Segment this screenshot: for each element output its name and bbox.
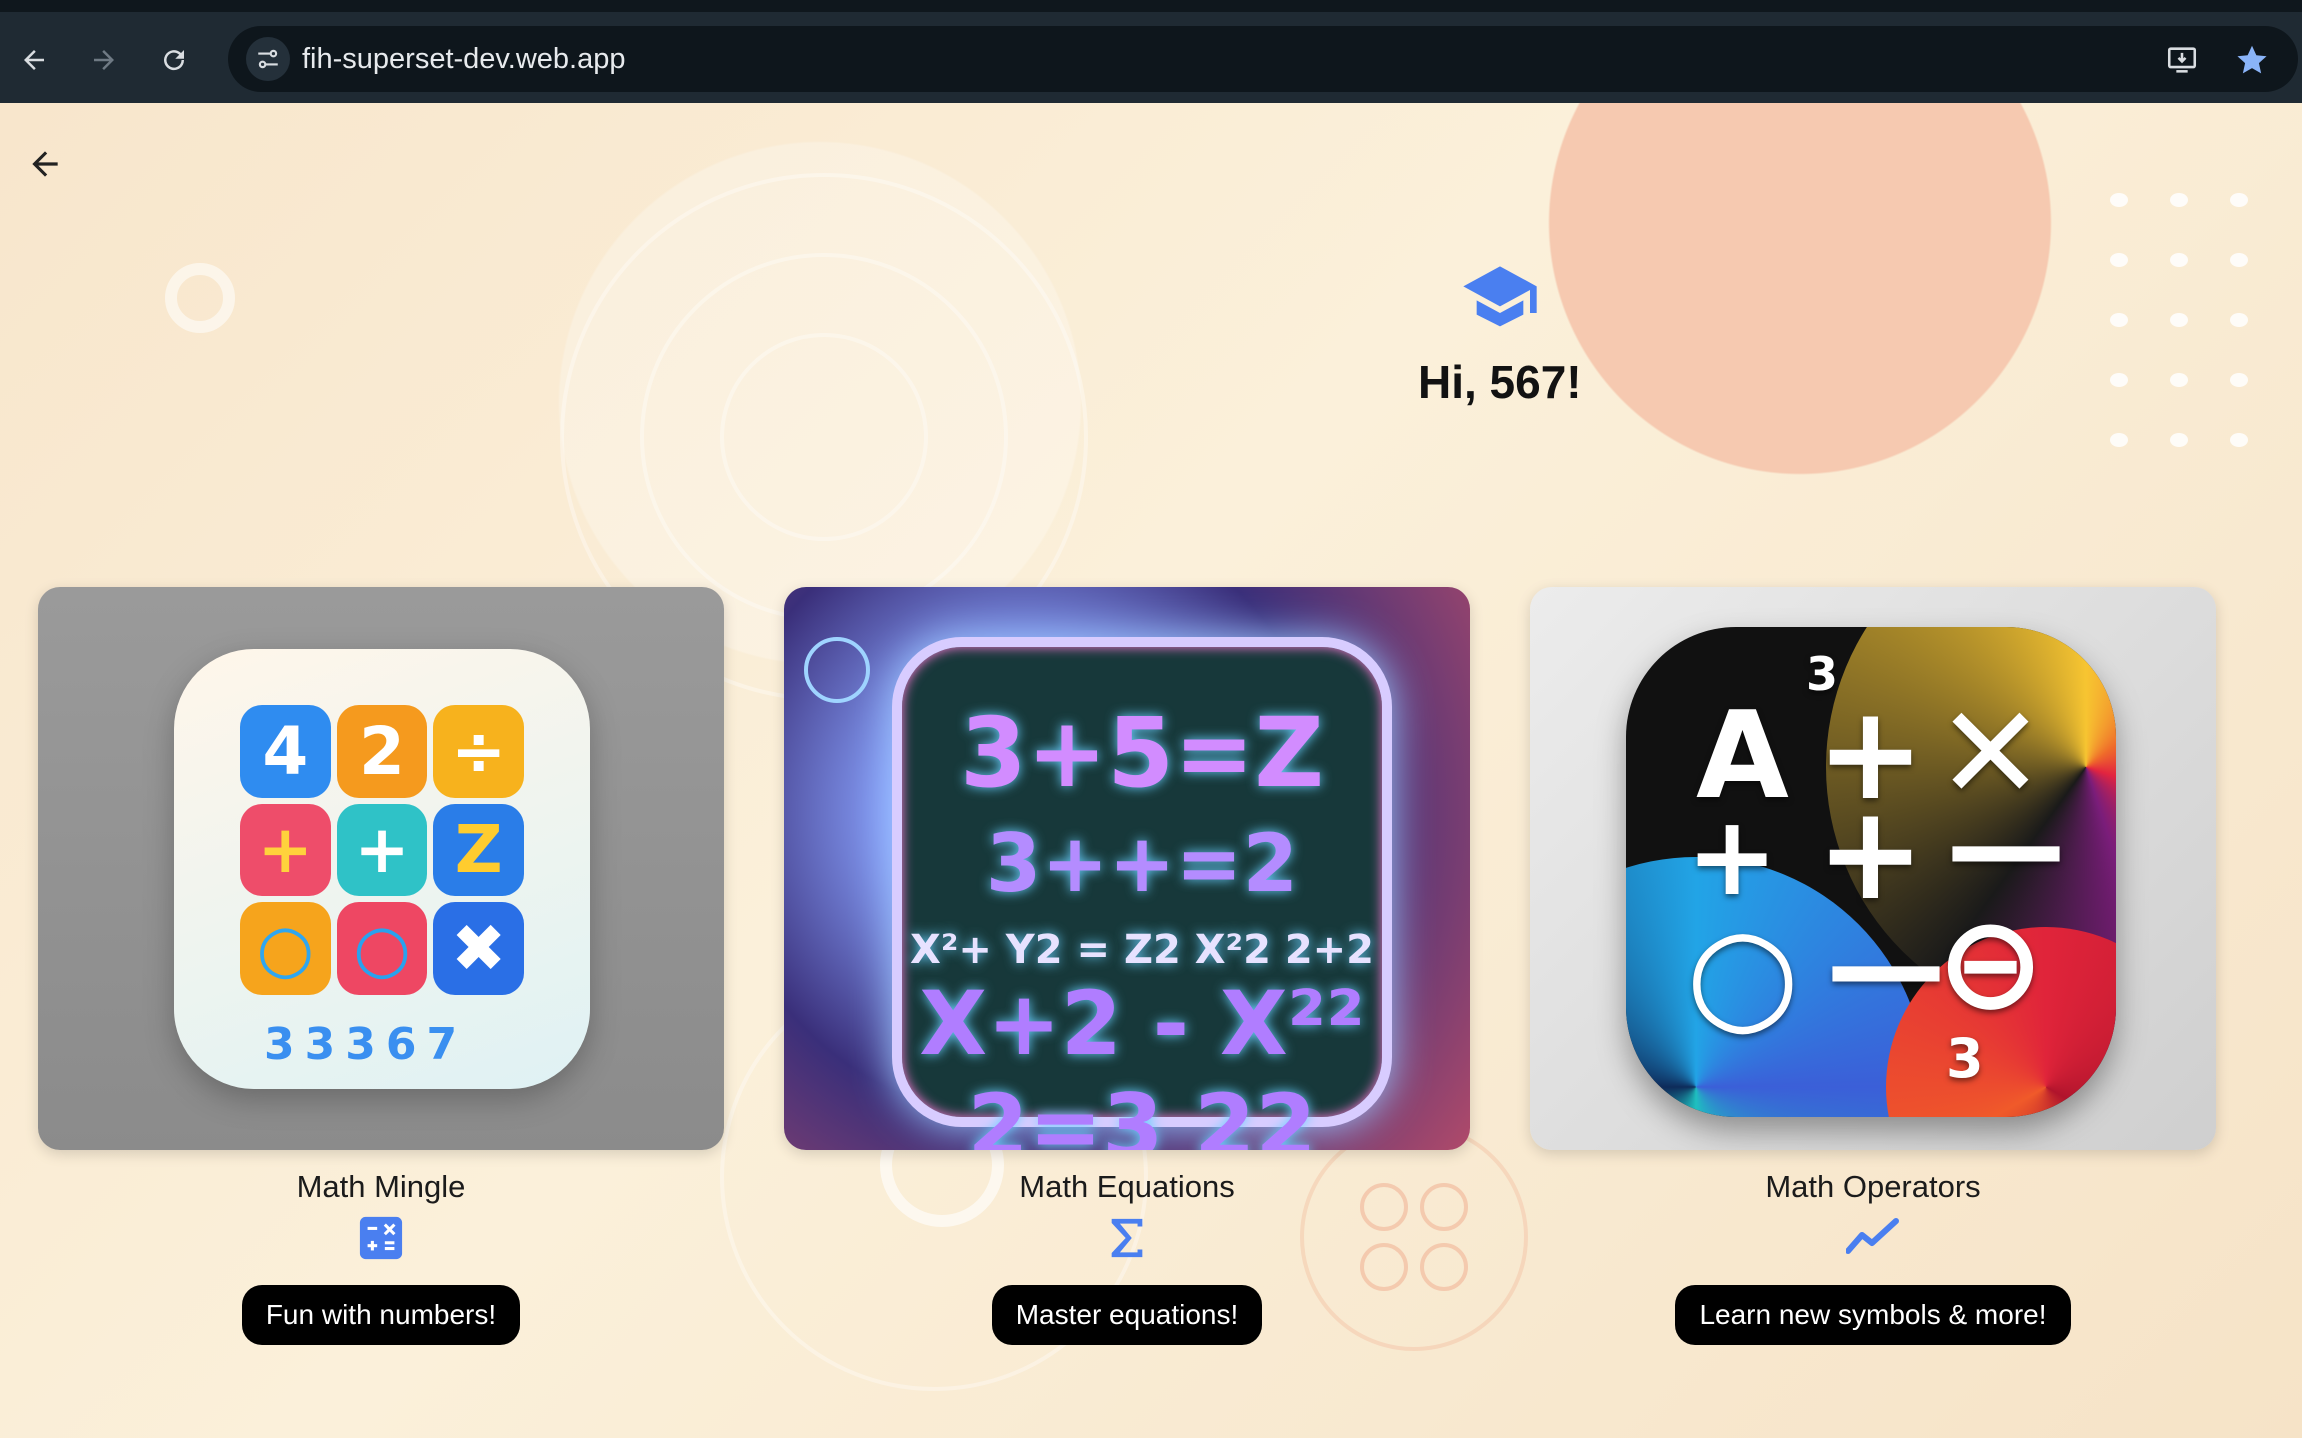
site-info-icon[interactable]: [246, 37, 290, 81]
fun-with-numbers-button[interactable]: Fun with numbers!: [241, 1285, 521, 1345]
equation-line: X+2 - X²² 2=3 22: [919, 972, 1365, 1150]
equation-line: 3++=2: [985, 817, 1299, 910]
symbol-minus: —: [1826, 897, 1946, 1036]
address-bar[interactable]: fih-superset-dev.web.app: [228, 26, 2298, 92]
equation-line: X²+ Y2 = Z2 X²2 2+2: [909, 927, 1375, 973]
pill-container: Master equations!: [784, 1285, 1470, 1345]
tile-digits-row: 33367: [264, 1019, 468, 1070]
decorative-ring: [165, 263, 235, 333]
bookmark-star-icon[interactable]: [2232, 40, 2272, 80]
page-content: Hi, 567! 4 2 ÷ + + Z ○ ○ ✖ 33367 Math Mi…: [0, 103, 2302, 1438]
symbol-three: 3: [1806, 647, 1839, 701]
trending-up-icon: [1530, 1215, 2216, 1265]
back-arrow-icon[interactable]: [20, 139, 70, 189]
tile-symbol: ○: [336, 902, 428, 995]
pill-container: Learn new symbols & more!: [1530, 1285, 2216, 1345]
card-title-math-mingle[interactable]: Math Mingle: [38, 1169, 724, 1205]
equation-chalkboard: 3+5=Z 3++=2 X²+ Y2 = Z2 X²2 2+2 X+2 - X²…: [892, 637, 1392, 1150]
tile-symbol: +: [336, 803, 428, 897]
tile-digit: 2: [336, 705, 428, 798]
tile-symbol: ○: [240, 902, 331, 995]
tile-symbol: ✖: [433, 902, 524, 995]
math-operators-app-icon: A + ✕ + + — ○ — ⊖ 3 3: [1626, 627, 2116, 1117]
greeting-heading: Hi, 567!: [1418, 356, 1582, 408]
math-mingle-app-icon: 4 2 ÷ + + Z ○ ○ ✖ 33367: [174, 649, 590, 1089]
card-title-math-operators[interactable]: Math Operators: [1530, 1169, 2216, 1205]
graduation-cap-icon: [1460, 263, 1540, 333]
tile-digit: 4: [240, 705, 331, 798]
math-mingle-card-image[interactable]: 4 2 ÷ + + Z ○ ○ ✖ 33367: [38, 587, 724, 1150]
card-title-math-equations[interactable]: Math Equations: [784, 1169, 1470, 1205]
master-equations-button[interactable]: Master equations!: [991, 1285, 1263, 1345]
symbol-circled-minus: ⊖: [1936, 887, 2045, 1039]
symbol-circle: ○: [1686, 897, 1800, 1049]
symbol-three: 3: [1946, 1027, 1984, 1090]
install-app-icon[interactable]: [2162, 40, 2202, 80]
math-equations-card-image[interactable]: 3+5=Z 3++=2 X²+ Y2 = Z2 X²2 2+2 X+2 - X²…: [784, 587, 1470, 1150]
back-arrow-icon[interactable]: [12, 38, 56, 82]
sigma-icon: [784, 1215, 1470, 1265]
reload-icon[interactable]: [152, 38, 196, 82]
math-operators-card-image[interactable]: A + ✕ + + — ○ — ⊖ 3 3: [1530, 587, 2216, 1150]
decorative-ring: [804, 637, 870, 703]
forward-arrow-icon[interactable]: [82, 38, 126, 82]
pill-container: Fun with numbers!: [38, 1285, 724, 1345]
equation-line: 3+5=Z: [959, 697, 1325, 809]
tile-symbol: +: [240, 803, 331, 897]
learn-new-symbols-button[interactable]: Learn new symbols & more!: [1675, 1285, 2071, 1345]
browser-toolbar: fih-superset-dev.web.app: [0, 0, 2302, 103]
tile-symbol: ÷: [433, 705, 524, 798]
tile-digit: Z: [433, 803, 524, 897]
calculator-icon: [38, 1215, 724, 1265]
url-text[interactable]: fih-superset-dev.web.app: [302, 43, 625, 76]
decorative-swirl: [720, 333, 928, 541]
